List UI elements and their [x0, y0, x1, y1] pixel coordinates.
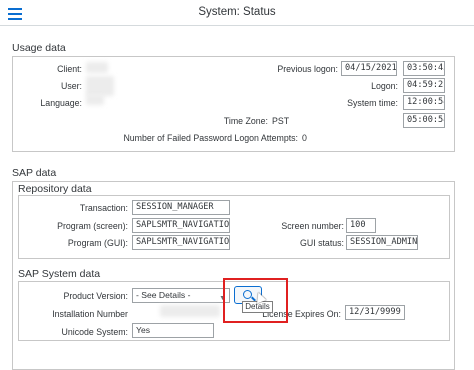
previous-logon-label: Previous logon:: [277, 64, 338, 74]
logon-label: Logon:: [371, 81, 398, 91]
language-label: Language:: [40, 98, 82, 108]
user-value-redacted: [86, 76, 114, 96]
unicode-system-label: Unicode System:: [61, 327, 129, 337]
product-version-label: Product Version:: [63, 291, 128, 301]
time-zone-time-field[interactable]: 05:00:54: [403, 113, 445, 128]
unicode-system-field[interactable]: Yes: [132, 323, 214, 338]
user-label: User:: [60, 81, 82, 91]
program-gui-label: Program (GUI):: [67, 238, 128, 248]
usage-data-heading: Usage data: [12, 42, 66, 54]
screen-number-label: Screen number:: [281, 221, 344, 231]
transaction-label: Transaction:: [79, 203, 128, 213]
language-value-redacted: [86, 94, 104, 105]
title-bar: System: Status: [0, 0, 474, 26]
program-screen-label: Program (screen):: [57, 221, 128, 231]
time-zone-value: PST: [272, 116, 290, 126]
installation-number-label: Installation Number: [52, 309, 128, 319]
client-label: Client:: [57, 64, 82, 74]
failed-attempts-value: 0: [302, 133, 307, 143]
installation-number-redacted: [160, 305, 220, 317]
sap-system-data-heading: SAP System data: [18, 268, 101, 280]
program-gui-field[interactable]: SAPLSMTR_NAVIGATION: [132, 235, 230, 250]
sap-data-heading: SAP data: [12, 167, 57, 179]
gui-status-label: GUI status:: [300, 238, 344, 248]
product-version-value: - See Details -: [136, 290, 191, 300]
failed-attempts-label: Number of Failed Password Logon Attempts…: [123, 133, 298, 143]
transaction-field[interactable]: SESSION_MANAGER: [132, 200, 230, 215]
previous-logon-date-field[interactable]: 04/15/2021: [341, 61, 397, 76]
previous-logon-time-field[interactable]: 03:50:43: [403, 61, 445, 76]
system-time-field[interactable]: 12:00:54: [403, 95, 445, 110]
license-expires-field[interactable]: 12/31/9999: [345, 305, 405, 320]
product-version-field[interactable]: - See Details - ▼: [132, 288, 230, 303]
screen-number-field[interactable]: 100: [346, 218, 376, 233]
repository-data-heading: Repository data: [18, 183, 92, 195]
window-title: System: Status: [198, 6, 276, 18]
gui-status-field[interactable]: SESSION_ADMIN: [346, 235, 418, 250]
client-value-redacted: [86, 62, 108, 73]
time-zone-label: Time Zone:: [223, 116, 268, 126]
logon-time-field[interactable]: 04:59:21: [403, 78, 445, 93]
program-screen-field[interactable]: SAPLSMTR_NAVIGATION: [132, 218, 230, 233]
system-time-label: System time:: [347, 98, 398, 108]
